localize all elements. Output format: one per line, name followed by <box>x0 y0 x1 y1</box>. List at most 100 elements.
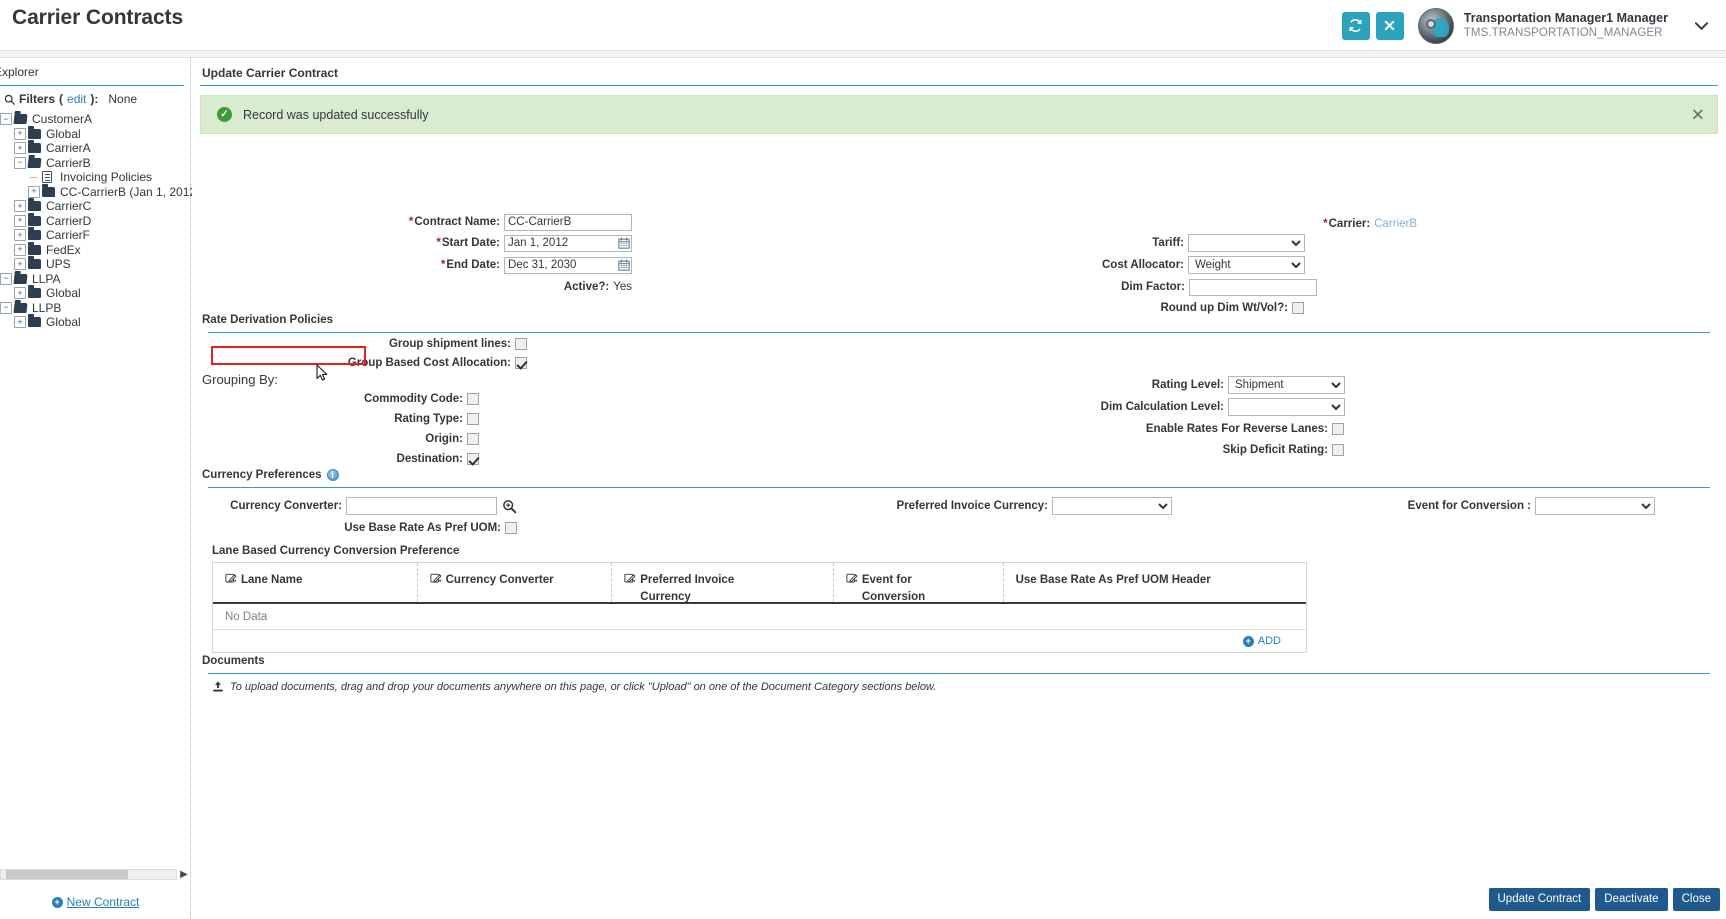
expand-icon[interactable]: + <box>14 128 26 140</box>
expand-icon[interactable]: + <box>14 316 26 328</box>
collapse-icon[interactable]: − <box>0 113 12 125</box>
expand-icon[interactable]: + <box>14 287 26 299</box>
use-base-rate-checkbox[interactable] <box>505 522 517 534</box>
tree-item[interactable]: +CarrierA <box>0 141 190 156</box>
table-add-action[interactable]: + ADD <box>213 630 1306 652</box>
edit-required-icon: * <box>624 573 636 585</box>
group-shipment-lines-checkbox[interactable] <box>515 338 527 350</box>
tree-item[interactable]: +UPS <box>0 257 190 272</box>
carrier-value-link[interactable]: CarrierB <box>1374 218 1417 230</box>
info-icon[interactable]: i <box>327 469 339 481</box>
tree-item[interactable]: +Global <box>0 127 190 142</box>
tree-item[interactable]: +CarrierC <box>0 199 190 214</box>
commodity-code-checkbox[interactable] <box>467 393 479 405</box>
expand-icon[interactable]: + <box>14 200 26 212</box>
contract-name-input[interactable] <box>504 214 632 231</box>
explorer-sidebar: Explorer Filters(edit): None −CustomerA+… <box>0 58 191 919</box>
close-button[interactable]: Close <box>1673 888 1720 911</box>
folder-open-icon <box>14 114 28 124</box>
destination-checkbox[interactable] <box>467 453 479 465</box>
filters-label: Filters <box>19 92 55 106</box>
skip-deficit-rating-checkbox[interactable] <box>1332 444 1344 456</box>
tree-item[interactable]: +CarrierF <box>0 228 190 243</box>
deactivate-button[interactable]: Deactivate <box>1595 888 1667 911</box>
scrollbar-track[interactable] <box>0 869 177 880</box>
tree-item[interactable]: +CC-CarrierB (Jan 1, 2012 - Dec <box>0 185 190 200</box>
origin-checkbox[interactable] <box>467 433 479 445</box>
tree-item[interactable]: −LLPA <box>0 272 190 287</box>
grouping-by-label: Grouping By: <box>202 372 278 387</box>
expand-icon[interactable]: + <box>28 186 40 198</box>
dim-factor-input[interactable] <box>1189 279 1317 296</box>
folder-icon <box>28 143 42 153</box>
close-icon[interactable] <box>1376 12 1404 40</box>
chevron-down-icon[interactable] <box>1686 11 1716 41</box>
currency-converter-input[interactable] <box>346 497 497 515</box>
update-contract-button[interactable]: Update Contract <box>1489 888 1591 911</box>
destination-label: Destination: <box>397 453 463 465</box>
tree-item[interactable]: −CustomerA <box>0 112 190 127</box>
search-icon[interactable] <box>502 499 517 514</box>
section-divider-top <box>200 85 1718 86</box>
table-column-header: Use Base Rate As Pref UOM Header <box>1004 563 1306 602</box>
end-date-input[interactable] <box>504 257 632 274</box>
tree-item[interactable]: +Global <box>0 315 190 330</box>
avatar <box>1418 8 1454 44</box>
currency-preferences-label: Currency Preferences <box>202 469 322 481</box>
tree-item[interactable]: +Global <box>0 286 190 301</box>
table-column-header: *Preferred InvoiceCurrency <box>612 563 834 602</box>
sidebar-scrollbar[interactable]: ▶ <box>0 867 191 881</box>
refresh-icon[interactable] <box>1342 12 1370 40</box>
rating-level-select[interactable]: Shipment <box>1228 376 1345 394</box>
alert-close-icon[interactable]: ✕ <box>1691 106 1705 123</box>
tree-item[interactable]: −LLPB <box>0 301 190 316</box>
end-date-label: End Date: <box>446 259 500 271</box>
expand-icon[interactable]: + <box>14 142 26 154</box>
rating-type-checkbox[interactable] <box>467 413 479 425</box>
calendar-icon[interactable] <box>616 258 631 273</box>
explorer-title: Explorer <box>0 58 190 85</box>
scrollbar-thumb[interactable] <box>6 870 128 879</box>
expand-icon[interactable]: + <box>14 215 26 227</box>
edit-required-icon: * <box>430 573 442 585</box>
dim-calculation-level-select[interactable] <box>1228 398 1345 416</box>
collapse-icon[interactable]: − <box>14 157 26 169</box>
field-enable-reverse-lanes: Enable Rates For Reverse Lanes: <box>892 421 1344 437</box>
main-panel: Update Carrier Contract ✓ Record was upd… <box>192 58 1726 919</box>
start-date-input[interactable] <box>504 235 632 252</box>
collapse-icon[interactable]: − <box>0 302 12 314</box>
scroll-right-arrow[interactable]: ▶ <box>177 869 191 880</box>
tree-item[interactable]: −CarrierB <box>0 156 190 171</box>
expand-icon[interactable]: + <box>14 229 26 241</box>
filters-edit-link[interactable]: edit <box>67 92 86 106</box>
edit-required-icon: * <box>225 573 237 585</box>
expand-icon[interactable]: + <box>14 244 26 256</box>
dim-factor-label: Dim Factor: <box>1121 281 1185 293</box>
cost-allocator-select[interactable]: Weight <box>1188 256 1305 274</box>
collapse-icon[interactable]: − <box>0 273 12 285</box>
calendar-icon[interactable] <box>616 236 631 251</box>
add-label[interactable]: ADD <box>1258 635 1281 647</box>
upload-icon <box>212 681 224 693</box>
tree-item[interactable]: +CarrierD <box>0 214 190 229</box>
preferred-invoice-currency-select[interactable] <box>1052 497 1172 515</box>
enable-reverse-lanes-checkbox[interactable] <box>1332 423 1344 435</box>
group-based-cost-allocation-checkbox[interactable] <box>515 357 527 369</box>
tariff-select[interactable] <box>1188 234 1305 252</box>
new-contract-link[interactable]: New Contract <box>67 895 140 909</box>
round-up-checkbox[interactable] <box>1292 302 1304 314</box>
column-header-label: Lane Name <box>241 572 302 589</box>
active-value: Yes <box>613 281 632 293</box>
tree-item[interactable]: +FedEx <box>0 243 190 258</box>
expand-icon[interactable]: + <box>14 258 26 270</box>
success-alert: ✓ Record was updated successfully ✕ <box>200 95 1718 134</box>
explorer-tree[interactable]: −CustomerA+Global+CarrierA−CarrierBInvoi… <box>0 112 190 330</box>
tree-item[interactable]: Invoicing Policies <box>0 170 190 185</box>
new-contract-action[interactable]: + New Contract <box>0 895 191 909</box>
event-for-conversion-select[interactable] <box>1535 497 1655 515</box>
field-currency-converter: Currency Converter: <box>192 498 517 514</box>
alert-message: Record was updated successfully <box>243 108 429 122</box>
document-icon <box>42 171 56 183</box>
field-group-based-cost-allocation: Group Based Cost Allocation: <box>192 355 527 371</box>
lane-table-title: Lane Based Currency Conversion Preferenc… <box>212 545 459 557</box>
